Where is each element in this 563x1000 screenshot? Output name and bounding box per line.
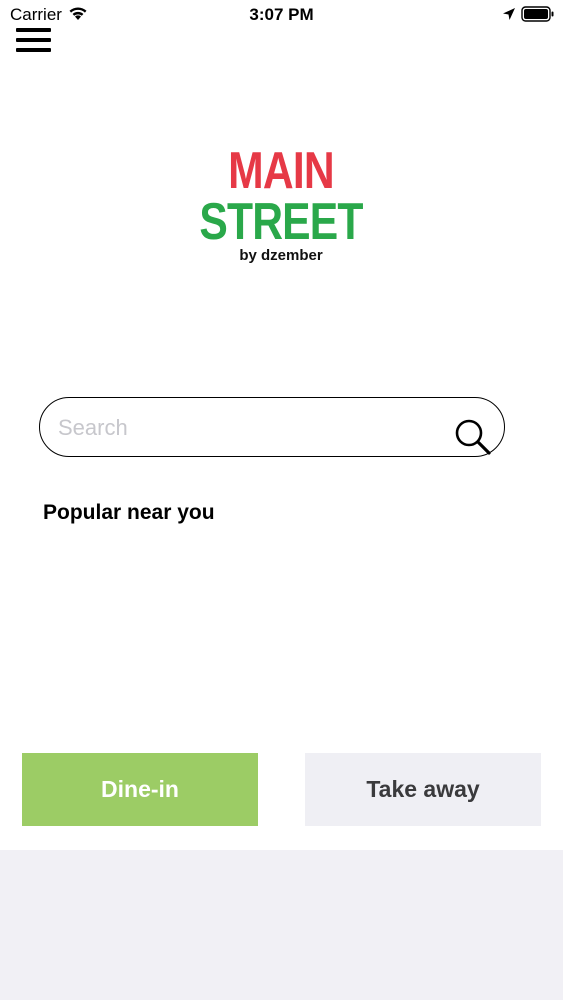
search-bar [39,397,505,457]
take-away-button[interactable]: Take away [305,753,541,826]
status-bar: Carrier 3:07 PM [0,0,563,30]
logo-main-text: MAIN [228,142,334,200]
status-time: 3:07 PM [249,5,314,24]
battery-icon [521,5,555,28]
dine-in-button[interactable]: Dine-in [22,753,258,826]
section-title-popular: Popular near you [43,501,215,524]
search-icon[interactable] [453,417,493,462]
hamburger-menu-icon[interactable] [14,26,54,56]
location-arrow-icon [502,7,516,26]
brand-logo: MAIN STREET by dzember [181,145,381,275]
logo-street-text: STREET [199,193,363,251]
bottom-panel [0,850,563,1000]
search-input[interactable] [56,410,440,446]
